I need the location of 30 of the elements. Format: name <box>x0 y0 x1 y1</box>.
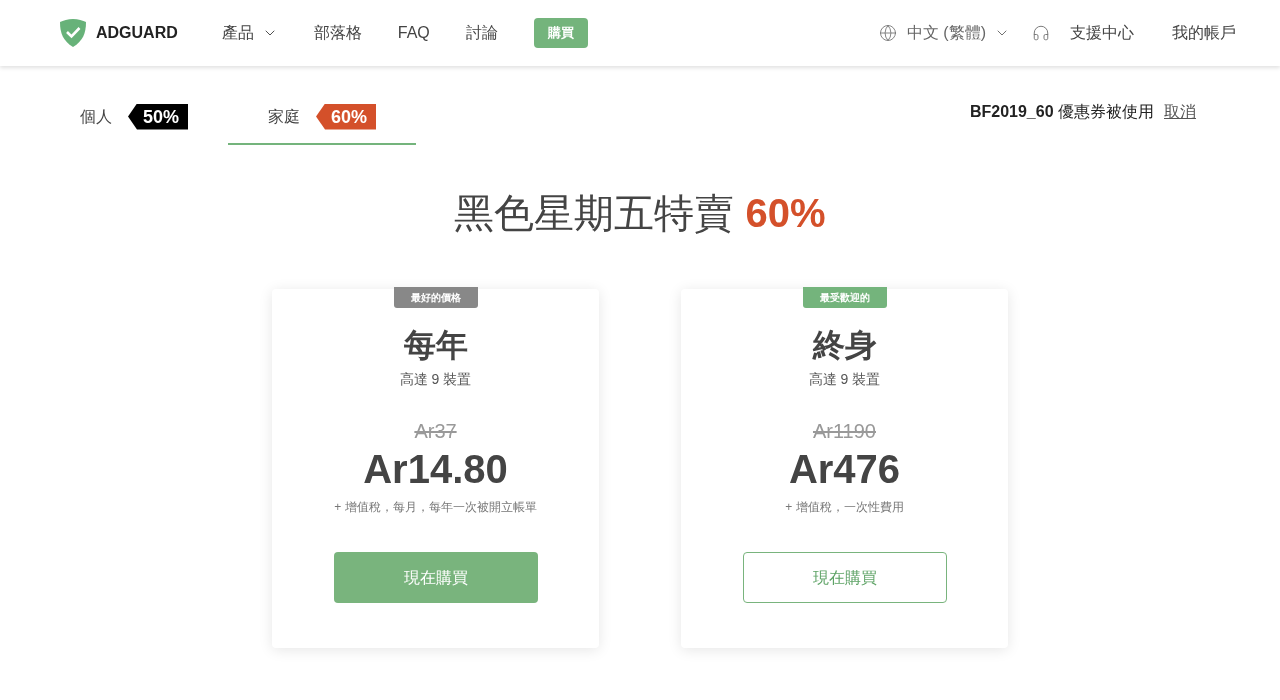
shield-logo-icon <box>60 19 86 47</box>
headset-icon <box>1032 24 1050 42</box>
cancel-link[interactable]: 取消 <box>1164 100 1196 124</box>
logo-text[interactable]: ADGUARD <box>96 21 178 45</box>
globe-icon <box>878 24 897 42</box>
sale-price: Ar476 <box>788 446 901 493</box>
account-link[interactable]: 我的帳戶 <box>1172 21 1236 45</box>
discount-tag: 50% <box>128 103 189 130</box>
original-price: Ar37 <box>414 419 457 444</box>
coupon-applied-text: BF2019_60 優惠券被使用 <box>969 102 1154 122</box>
support-link[interactable]: 支援中心 <box>1070 21 1134 45</box>
discount-tag: 60% <box>316 103 377 130</box>
plan-title: 終身 <box>812 326 877 365</box>
plan-label: 最好的價格 <box>393 287 478 308</box>
price-note: + 增值稅，每月，每年一次被開立帳單 <box>334 499 537 516</box>
nav-link[interactable]: FAQ <box>397 21 430 45</box>
nav-link[interactable]: 討論 <box>465 21 498 45</box>
nav-link[interactable]: 產品 <box>221 21 278 45</box>
language-selector[interactable]: 中文 (繁體) <box>906 21 1010 45</box>
plan-tab[interactable]: 個人 50% <box>40 96 229 145</box>
plan-tab[interactable]: 家庭 60% <box>228 96 417 145</box>
price-note: + 增值稅，一次性費用 <box>785 499 904 516</box>
plan-label: 最受歡迎的 <box>802 287 887 308</box>
device-limit: 高達 9 裝置 <box>808 370 881 389</box>
nav-link[interactable]: 部落格 <box>313 21 362 45</box>
device-limit: 高達 9 裝置 <box>399 370 472 389</box>
plan-title: 每年 <box>403 326 468 365</box>
original-price: Ar1190 <box>813 419 876 444</box>
sale-headline: 黑色星期五特賣 60% <box>453 190 827 237</box>
sale-price: Ar14.80 <box>363 446 508 493</box>
